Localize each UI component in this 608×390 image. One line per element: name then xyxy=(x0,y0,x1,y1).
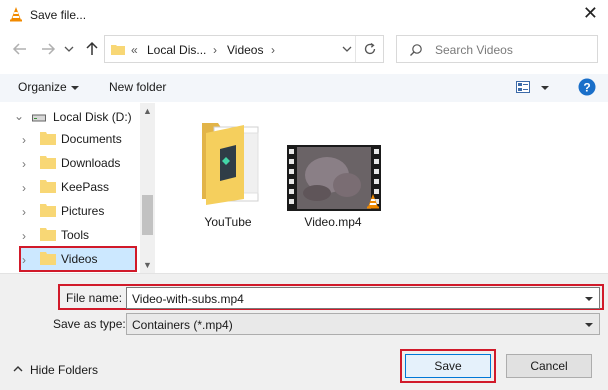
hide-folders-button[interactable]: Hide Folders xyxy=(30,363,98,377)
file-name-field[interactable]: Video-with-subs.mp4 xyxy=(126,287,600,309)
search-input[interactable]: Search Videos xyxy=(396,35,598,63)
refresh-icon xyxy=(364,42,376,55)
tree-item-label: Tools xyxy=(61,228,90,242)
arrow-left-icon[interactable] xyxy=(12,41,28,57)
file-name: YouTube xyxy=(204,215,252,229)
highlight-outline xyxy=(19,246,137,272)
file-item-youtube[interactable]: YouTube xyxy=(178,113,278,233)
tree-item-local-disk[interactable]: ⌄ Local Disk (D:) xyxy=(0,105,140,129)
address-overflow[interactable]: « xyxy=(131,43,138,57)
scrollbar-thumb[interactable] xyxy=(142,195,153,235)
search-icon xyxy=(410,44,422,56)
tree-item-label: Local Disk (D:) xyxy=(53,110,132,124)
save-as-type-label: Save as type: xyxy=(53,317,126,331)
folder-icon xyxy=(40,180,56,193)
breadcrumb-separator[interactable]: › xyxy=(271,43,275,57)
chevron-right-icon[interactable]: › xyxy=(22,229,26,243)
tree-item-pictures[interactable]: › Pictures xyxy=(0,199,140,223)
search-placeholder: Search Videos xyxy=(435,43,513,57)
navigation-bar: « Local Dis... › Videos › Search Videos xyxy=(0,30,608,70)
chevron-down-icon[interactable] xyxy=(585,297,593,301)
window-title: Save file... xyxy=(30,8,87,22)
breadcrumb-separator[interactable]: › xyxy=(213,43,217,57)
tree-item-label: Pictures xyxy=(61,204,105,218)
address-bar[interactable]: « Local Dis... › Videos › xyxy=(104,35,384,63)
command-toolbar: Organize New folder ? xyxy=(0,74,608,102)
tree-item-keepass[interactable]: › KeePass xyxy=(0,175,140,199)
chevron-right-icon[interactable]: › xyxy=(22,181,26,195)
tree-item-downloads[interactable]: › Downloads xyxy=(0,151,140,175)
chevron-down-icon[interactable] xyxy=(64,44,74,54)
folder-icon xyxy=(40,132,56,145)
folder-icon xyxy=(40,204,56,217)
folder-icon xyxy=(40,156,56,169)
breadcrumb-local-disk[interactable]: Local Dis... xyxy=(147,43,206,57)
file-item-video-mp4[interactable]: Video.mp4 xyxy=(283,113,383,233)
save-button[interactable]: Save xyxy=(405,354,491,378)
tree-scrollbar[interactable]: ▲ ▼ xyxy=(140,103,155,273)
chevron-down-icon[interactable] xyxy=(585,323,593,327)
file-name-label: File name: xyxy=(66,291,123,305)
chevron-right-icon[interactable]: › xyxy=(22,205,26,219)
scroll-up-icon[interactable]: ▲ xyxy=(143,106,152,116)
chevron-down-icon[interactable]: ⌄ xyxy=(14,109,24,123)
new-folder-button[interactable]: New folder xyxy=(109,80,166,94)
vlc-cone-icon xyxy=(367,194,379,209)
view-options-icon[interactable] xyxy=(516,81,530,93)
folder-icon xyxy=(40,228,56,241)
cancel-button[interactable]: Cancel xyxy=(506,354,592,378)
tree-item-tools[interactable]: › Tools xyxy=(0,223,140,247)
file-name: Video.mp4 xyxy=(304,215,362,229)
folder-tree: ⌄ Local Disk (D:) › Documents › Download… xyxy=(0,103,154,273)
vlc-cone-icon xyxy=(10,7,22,22)
folder-icon xyxy=(111,45,125,55)
save-as-type-value: Containers (*.mp4) xyxy=(132,318,233,332)
tree-item-documents[interactable]: › Documents xyxy=(0,127,140,151)
file-name-value: Video-with-subs.mp4 xyxy=(132,292,244,306)
save-options-panel: File name: Video-with-subs.mp4 Save as t… xyxy=(0,273,608,390)
chevron-down-icon[interactable] xyxy=(337,42,357,56)
svg-text:?: ? xyxy=(583,81,590,95)
arrow-up-icon[interactable] xyxy=(84,41,100,57)
tree-item-label: Documents xyxy=(61,132,122,146)
arrow-right-icon[interactable] xyxy=(40,41,56,57)
chevron-right-icon[interactable]: › xyxy=(22,157,26,171)
save-as-type-select[interactable]: Containers (*.mp4) xyxy=(126,313,600,335)
tree-item-label: KeePass xyxy=(61,180,110,194)
file-list: YouTube Video.mp4 xyxy=(156,103,608,273)
help-icon[interactable]: ? xyxy=(578,78,596,96)
drive-icon xyxy=(32,114,46,122)
scroll-down-icon[interactable]: ▼ xyxy=(143,260,152,270)
chevron-right-icon[interactable]: › xyxy=(22,133,26,147)
chevron-up-icon[interactable] xyxy=(13,365,23,373)
organize-button[interactable]: Organize xyxy=(18,80,67,94)
chevron-down-icon[interactable] xyxy=(71,86,79,90)
refresh-button[interactable] xyxy=(355,36,383,62)
chevron-down-icon[interactable] xyxy=(541,86,549,90)
close-icon[interactable]: ✕ xyxy=(583,4,598,22)
tree-item-label: Downloads xyxy=(61,156,121,170)
folder-icon xyxy=(202,123,259,205)
title-bar: Save file... ✕ xyxy=(0,0,608,30)
breadcrumb-videos[interactable]: Videos xyxy=(227,43,263,57)
